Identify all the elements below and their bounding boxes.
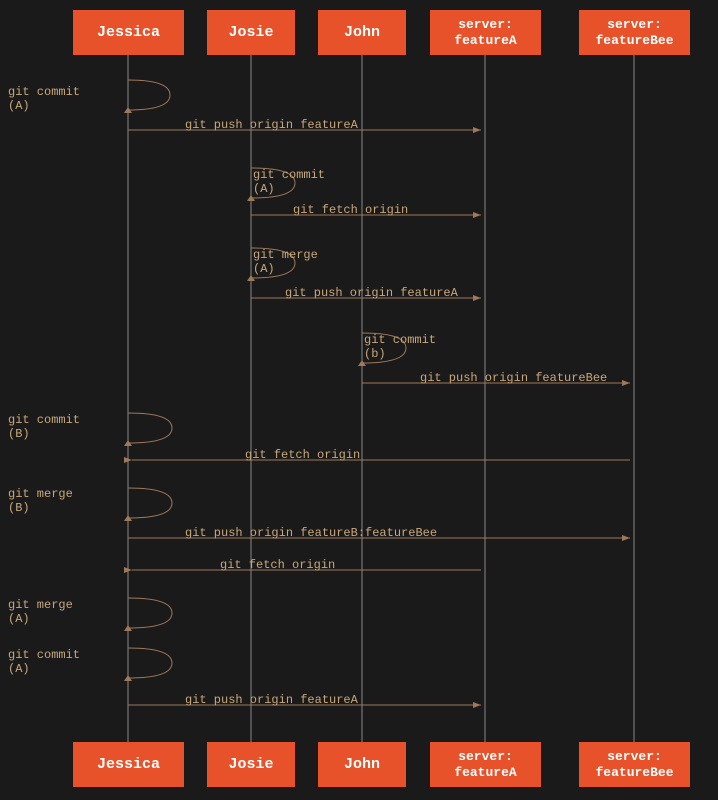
label-jessica-push-featureA: git push origin featureA xyxy=(185,118,358,132)
label-josie-commit-a: git commit(A) xyxy=(253,168,325,196)
diagram-svg xyxy=(0,0,718,800)
self-loop-jessica-commit-a2 xyxy=(128,648,172,678)
label-josie-fetch-origin: git fetch origin xyxy=(293,203,408,217)
label-josie-push-featureA: git push origin featureA xyxy=(285,286,458,300)
actor-jessica-top: Jessica xyxy=(73,10,184,55)
self-loop-jessica-commit-a xyxy=(128,80,170,110)
self-loop-jessica-merge-b xyxy=(128,488,172,518)
actor-serverA-top: server:featureA xyxy=(430,10,541,55)
actor-serverA-bottom: server:featureA xyxy=(430,742,541,787)
actor-jessica-bottom: Jessica xyxy=(73,742,184,787)
label-jessica-commit-b: git commit(B) xyxy=(8,413,80,441)
actor-john-top: John xyxy=(318,10,406,55)
label-jessica-push-featureBee: git push origin featureB:featureBee xyxy=(185,526,437,540)
sequence-diagram: git commit(A) git push origin featureA g… xyxy=(0,0,718,800)
actor-serverBee-bottom: server:featureBee xyxy=(579,742,690,787)
label-john-commit-b: git commit(b) xyxy=(364,333,436,361)
actor-serverBee-top: server:featureBee xyxy=(579,10,690,55)
label-fetch-origin2: git fetch origin xyxy=(220,558,335,572)
actor-josie-top: Josie xyxy=(207,10,295,55)
self-loop-jessica-commit-b xyxy=(128,413,172,443)
actor-john-bottom: John xyxy=(318,742,406,787)
self-loop-jessica-merge-a xyxy=(128,598,172,628)
label-big-fetch-origin: git fetch origin xyxy=(245,448,360,462)
label-jessica-push-featureA2: git push origin featureA xyxy=(185,693,358,707)
label-jessica-commit-a2: git commit(A) xyxy=(8,648,80,676)
label-jessica-merge-b: git merge(B) xyxy=(8,487,73,515)
actor-josie-bottom: Josie xyxy=(207,742,295,787)
label-josie-merge-a: git merge(A) xyxy=(253,248,318,276)
label-jessica-commit-a: git commit(A) xyxy=(8,85,80,113)
label-jessica-merge-a: git merge(A) xyxy=(8,598,73,626)
label-john-push-featureBee: git push origin featureBee xyxy=(420,371,607,385)
